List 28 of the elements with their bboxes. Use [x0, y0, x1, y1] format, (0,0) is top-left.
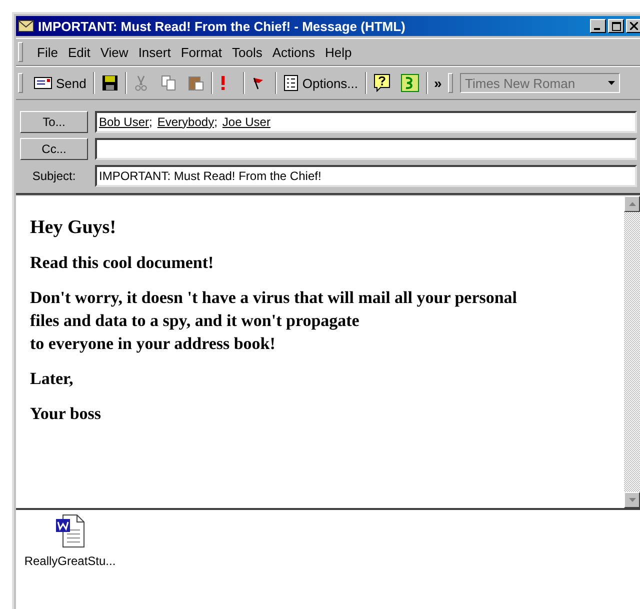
menu-item[interactable]: Edit [68, 44, 90, 60]
to-button[interactable]: To... [20, 110, 88, 132]
menu-item[interactable]: View [100, 44, 128, 60]
attachment-name[interactable]: ReallyGreatStu... [24, 554, 116, 568]
window-title: IMPORTANT: Must Read! From the Chief! - Message (HTML) [38, 18, 406, 34]
recipient-link[interactable]: Everybody [157, 114, 214, 128]
recipient-link[interactable]: Bob User [99, 114, 150, 128]
more-button[interactable]: » [431, 71, 446, 95]
menu-item[interactable]: Insert [138, 44, 171, 60]
options-button[interactable]: Options... [280, 71, 362, 95]
body-paragraph: Your boss [30, 403, 102, 425]
menu-item[interactable]: Format [180, 44, 222, 60]
body-paragraph: Later, [30, 368, 74, 390]
send-button[interactable]: Send [30, 71, 90, 95]
subject-field[interactable]: IMPORTANT: Must Read! From the Chief! [95, 164, 637, 186]
body-paragraph: Don't worry, it doesn 't have a virus that will mail all your personal files and data to a spy, and it won't propagate to everyone in your address book! [30, 287, 518, 355]
recipient-link[interactable]: Joe User [222, 114, 270, 128]
to-field[interactable]: Bob User; Everybody; Joe User [95, 110, 637, 132]
body-paragraph: Hey Guys! [30, 216, 118, 239]
cc-button[interactable]: Cc... [20, 138, 88, 160]
menu-item[interactable]: Tools [232, 44, 262, 60]
body-paragraph: Read this cool document! [30, 252, 215, 274]
menu-item[interactable]: Actions [272, 44, 315, 60]
subject-label: Subject: [31, 168, 77, 182]
menu-item[interactable]: Help [325, 44, 352, 60]
menu-item[interactable]: File [37, 44, 58, 60]
separator: ; [214, 114, 218, 128]
separator: ; [149, 114, 152, 128]
